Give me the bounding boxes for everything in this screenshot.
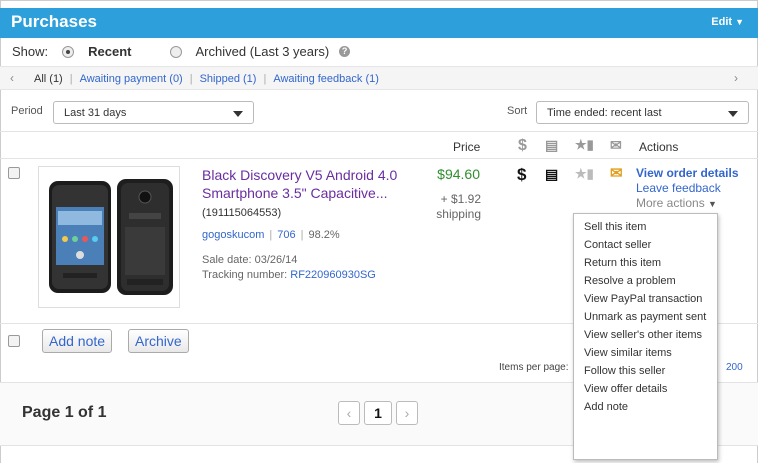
divider [0, 131, 758, 132]
chevron-down-icon [728, 111, 738, 117]
tracking-label: Tracking number: [202, 269, 288, 281]
item-price: $94.60 [437, 166, 480, 182]
menu-item-follow-seller[interactable]: Follow this seller [584, 366, 707, 377]
menu-item-sell-this-item[interactable]: Sell this item [584, 222, 707, 233]
menu-item-return-item[interactable]: Return this item [584, 258, 707, 269]
scroll-left-icon[interactable]: ‹ [10, 71, 14, 85]
feedback-star-icon: ★▮ [575, 137, 594, 152]
feedback-score-link[interactable]: 706 [277, 229, 295, 241]
status-tabs-bar: ‹ All (1) | Awaiting payment (0) | Shipp… [0, 66, 758, 90]
item-title[interactable]: Black Discovery V5 Android 4.0 Smartphon… [202, 167, 397, 201]
tab-all[interactable]: All (1) [34, 73, 63, 85]
archived-label: Archived (Last 3 years) [195, 44, 330, 59]
edit-label: Edit [711, 16, 733, 28]
item-title-link[interactable]: Black Discovery V5 Android 4.0 Smartphon… [202, 166, 412, 222]
view-order-details-link[interactable]: View order details [636, 166, 739, 181]
items-per-page-200[interactable]: 200 [726, 362, 743, 373]
items-per-page-label: Items per page: [499, 362, 569, 373]
recent-label: Recent [88, 44, 132, 59]
scroll-right-icon[interactable]: › [734, 71, 738, 85]
sort-value: Time ended: recent last [547, 107, 662, 119]
show-filter: Show: Recent Archived (Last 3 years) ? [12, 44, 351, 59]
caret-down-icon: ▼ [708, 199, 717, 209]
menu-item-add-note[interactable]: Add note [584, 402, 707, 413]
dollar-icon: $ [518, 137, 527, 154]
shipping-cost: + $1.92 shipping [436, 192, 481, 221]
next-page-button[interactable]: › [396, 401, 418, 425]
add-note-button[interactable]: Add note [42, 329, 113, 353]
sort-select[interactable]: Time ended: recent last [536, 101, 749, 124]
prev-page-button[interactable]: ‹ [338, 401, 360, 425]
show-label: Show: [12, 44, 49, 59]
period-select[interactable]: Last 31 days [53, 101, 254, 124]
recent-radio[interactable] [62, 45, 75, 58]
item-actions: View order details Leave feedback More a… [636, 166, 739, 212]
tracking-number-link[interactable]: RF220960930SG [290, 269, 376, 281]
item-checkbox[interactable] [8, 167, 20, 179]
more-actions-button[interactable]: More actions ▼ [636, 196, 739, 212]
seller-link[interactable]: gogoskucom [202, 229, 264, 241]
more-actions-menu: Sell this item Contact seller Return thi… [573, 213, 718, 460]
divider [0, 158, 758, 159]
envelope-icon: ✉ [610, 137, 622, 153]
feedback-percent: 98.2% [308, 229, 340, 241]
item-thumbnail[interactable] [38, 166, 180, 308]
menu-item-seller-other-items[interactable]: View seller's other items [584, 330, 707, 341]
menu-item-view-offer[interactable]: View offer details [584, 384, 707, 395]
seller-info: gogoskucom | 706 | 98.2% [202, 229, 340, 241]
menu-item-resolve-problem[interactable]: Resolve a problem [584, 276, 707, 287]
paid-dollar-icon: $ [517, 165, 527, 184]
tab-shipped[interactable]: Shipped (1) [200, 73, 257, 85]
period-value: Last 31 days [64, 107, 127, 119]
feedback-star-icon: ★▮ [575, 166, 594, 181]
archive-button[interactable]: Archive [128, 329, 189, 353]
sort-label: Sort [507, 105, 528, 117]
caret-down-icon: ▼ [735, 17, 744, 27]
shipped-box-icon: ▤ [545, 166, 559, 182]
purchases-header: Purchases Edit ▼ [0, 8, 758, 38]
leave-feedback-link[interactable]: Leave feedback [636, 181, 739, 196]
actions-column-header: Actions [639, 140, 679, 154]
page-indicator: Page 1 of 1 [22, 404, 107, 421]
edit-button[interactable]: Edit ▼ [711, 16, 744, 28]
menu-item-unmark-paid[interactable]: Unmark as payment sent [584, 312, 707, 323]
page-title: Purchases [11, 12, 97, 31]
tab-awaiting-feedback[interactable]: Awaiting feedback (1) [273, 73, 379, 85]
archived-radio[interactable] [169, 45, 182, 58]
phone-image [49, 179, 173, 295]
tracking-info: Tracking number: RF220960930SG [202, 269, 376, 281]
help-icon[interactable]: ? [339, 46, 351, 57]
tab-awaiting-payment[interactable]: Awaiting payment (0) [80, 73, 183, 85]
item-number: (191115064553) [202, 207, 282, 219]
select-all-checkbox[interactable] [8, 335, 20, 347]
menu-item-contact-seller[interactable]: Contact seller [584, 240, 707, 251]
period-label: Period [11, 105, 43, 117]
message-envelope-icon[interactable]: ✉ [610, 164, 623, 182]
more-actions-label: More actions [636, 196, 705, 210]
chevron-down-icon [233, 111, 243, 117]
shipping-box-icon: ▤ [545, 137, 559, 153]
price-column-header: Price [453, 140, 481, 154]
sale-date: Sale date: 03/26/14 [202, 254, 298, 266]
current-page[interactable]: 1 [364, 401, 392, 425]
menu-item-view-similar[interactable]: View similar items [584, 348, 707, 359]
menu-item-view-paypal[interactable]: View PayPal transaction [584, 294, 707, 305]
